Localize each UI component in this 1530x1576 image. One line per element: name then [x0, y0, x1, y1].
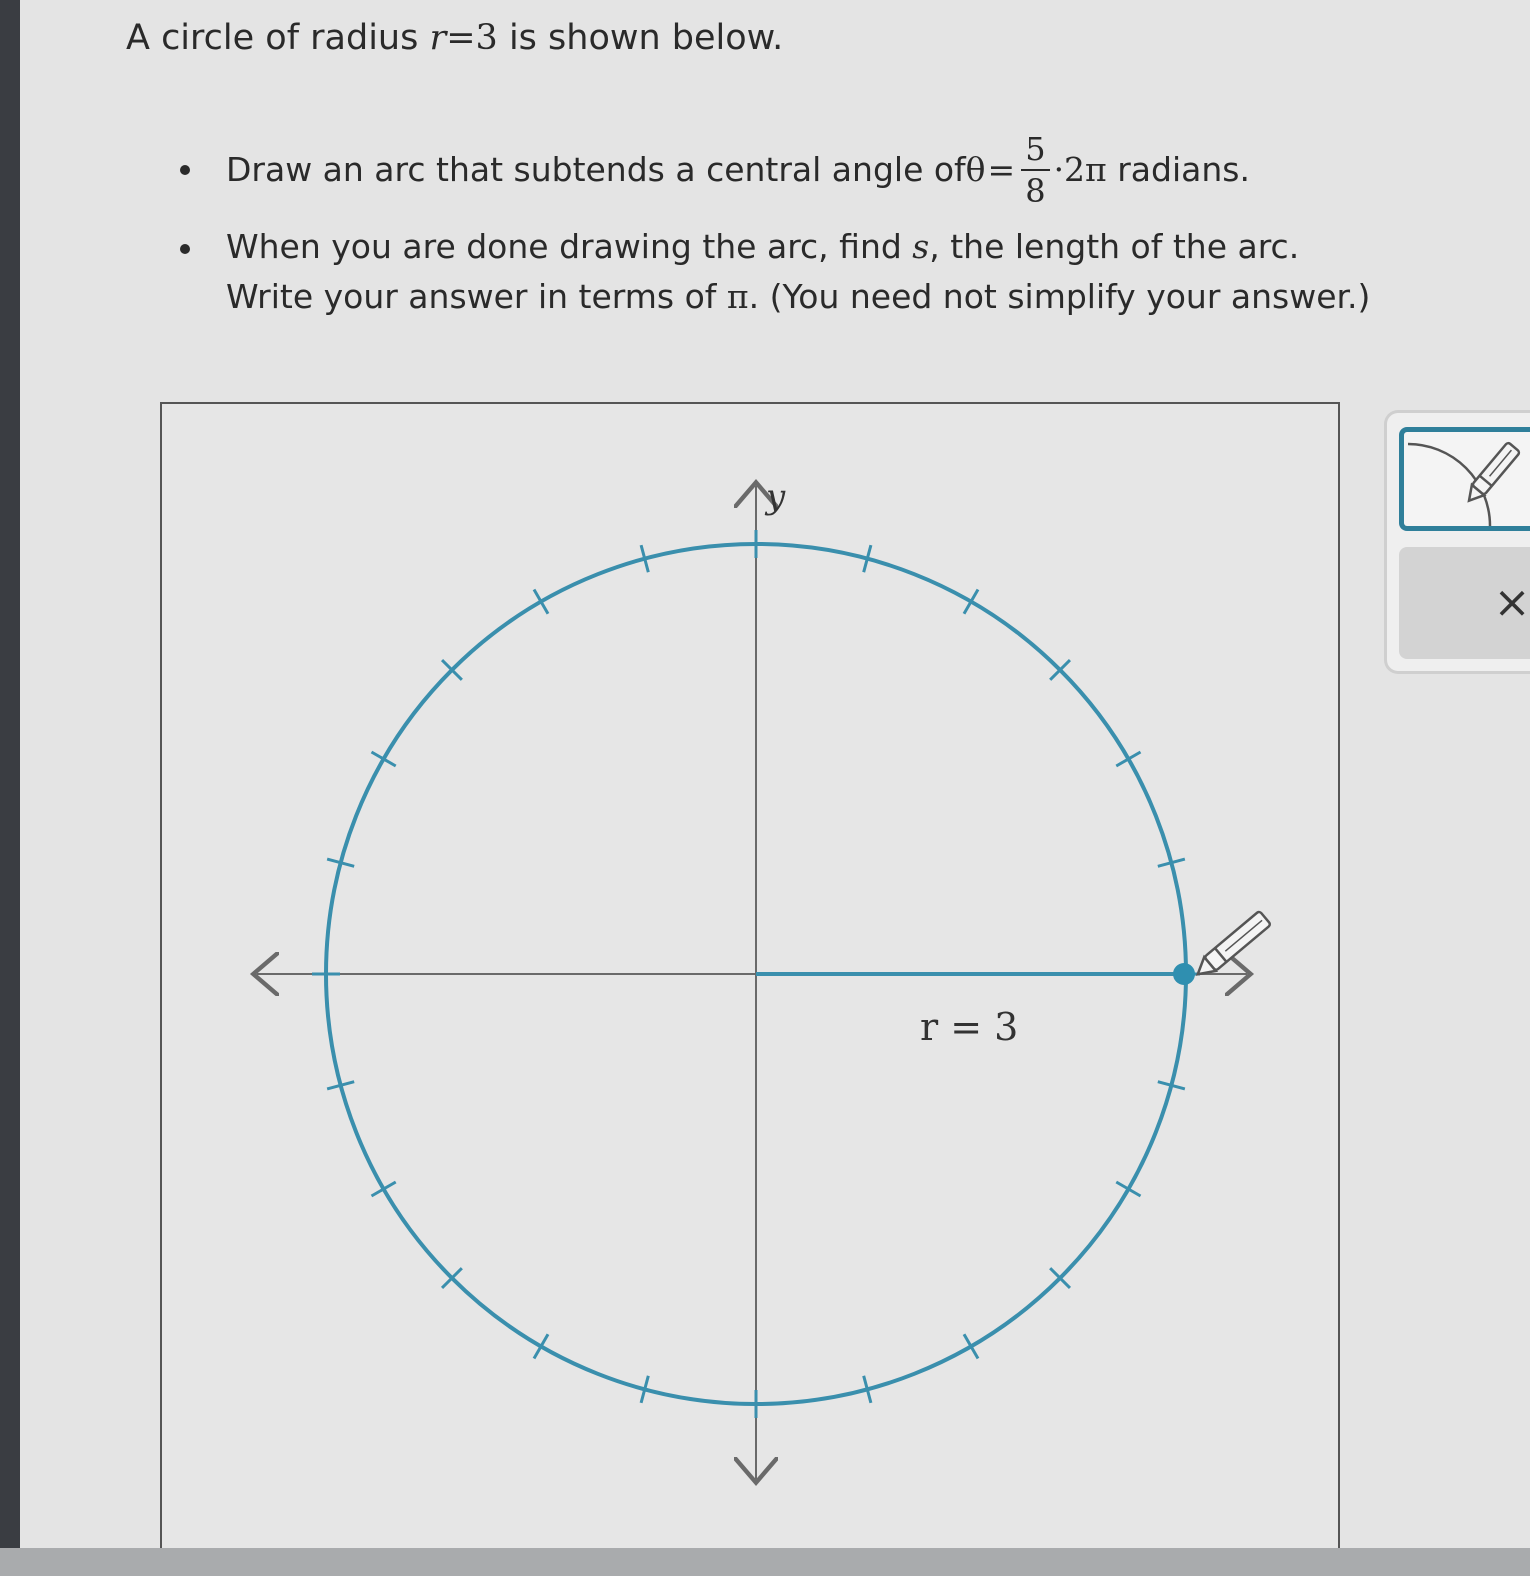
instruction-find-length: When you are done drawing the arc, find … — [180, 222, 1370, 322]
intro-var-r: r — [429, 18, 447, 58]
bottom-bar — [0, 1548, 1530, 1576]
window-left-edge — [0, 0, 20, 1576]
theta-equals: = — [987, 150, 1016, 189]
circle-tick — [370, 750, 397, 768]
fraction-numerator: 5 — [1021, 129, 1050, 171]
graph-canvas[interactable]: y r = 3 — [160, 402, 1340, 1550]
circle-tick — [962, 1333, 980, 1360]
instruction-draw-suffix: radians. — [1106, 150, 1250, 189]
fraction-denominator: 8 — [1025, 172, 1046, 210]
arc-length-var-s: s — [912, 227, 930, 266]
problem-intro: A circle of radius r=3 is shown below. — [126, 18, 783, 58]
arc-start-handle[interactable] — [1173, 963, 1195, 985]
drawing-tools-panel: × — [1384, 410, 1530, 674]
instruction-terms-suffix: . (You need not simplify your answer.) — [748, 277, 1371, 316]
intro-r-value: 3 — [475, 18, 498, 58]
intro-text: A circle of radius — [126, 18, 430, 58]
y-axis-label: y — [764, 477, 786, 517]
pencil-cursor-icon — [1195, 910, 1271, 976]
circle-tick — [532, 588, 550, 615]
intro-suffix: is shown below. — [497, 18, 784, 58]
circle-tick — [532, 1333, 550, 1360]
circle-tick — [962, 588, 980, 615]
radius-label: r = 3 — [920, 1005, 1018, 1049]
instruction-find-suffix: , the length of the arc. — [929, 227, 1300, 266]
instruction-terms-text: Write your answer in terms of — [226, 277, 727, 316]
clear-drawing-button[interactable]: × — [1399, 547, 1530, 659]
draw-arc-tool-button[interactable] — [1399, 427, 1530, 531]
instructions-list: Draw an arc that subtends a central angl… — [180, 118, 1370, 322]
circle-tick — [1115, 750, 1142, 768]
two-pi-factor: ·2π — [1053, 150, 1107, 189]
arc-pencil-icon — [1407, 441, 1521, 526]
intro-equals: = — [446, 18, 476, 58]
circle-tick — [1115, 1180, 1142, 1198]
instruction-find-text: When you are done drawing the arc, find — [226, 227, 913, 266]
instruction-draw-arc: Draw an arc that subtends a central angl… — [180, 118, 1370, 222]
unit-circle-graph[interactable]: y r = 3 — [162, 404, 1338, 1550]
instruction-draw-text: Draw an arc that subtends a central angl… — [226, 150, 966, 189]
theta-symbol: θ — [965, 150, 986, 189]
angle-fraction: 5 8 — [1021, 129, 1050, 211]
pi-symbol: π — [726, 277, 749, 316]
circle-tick — [370, 1180, 397, 1198]
close-icon: × — [1493, 577, 1530, 628]
